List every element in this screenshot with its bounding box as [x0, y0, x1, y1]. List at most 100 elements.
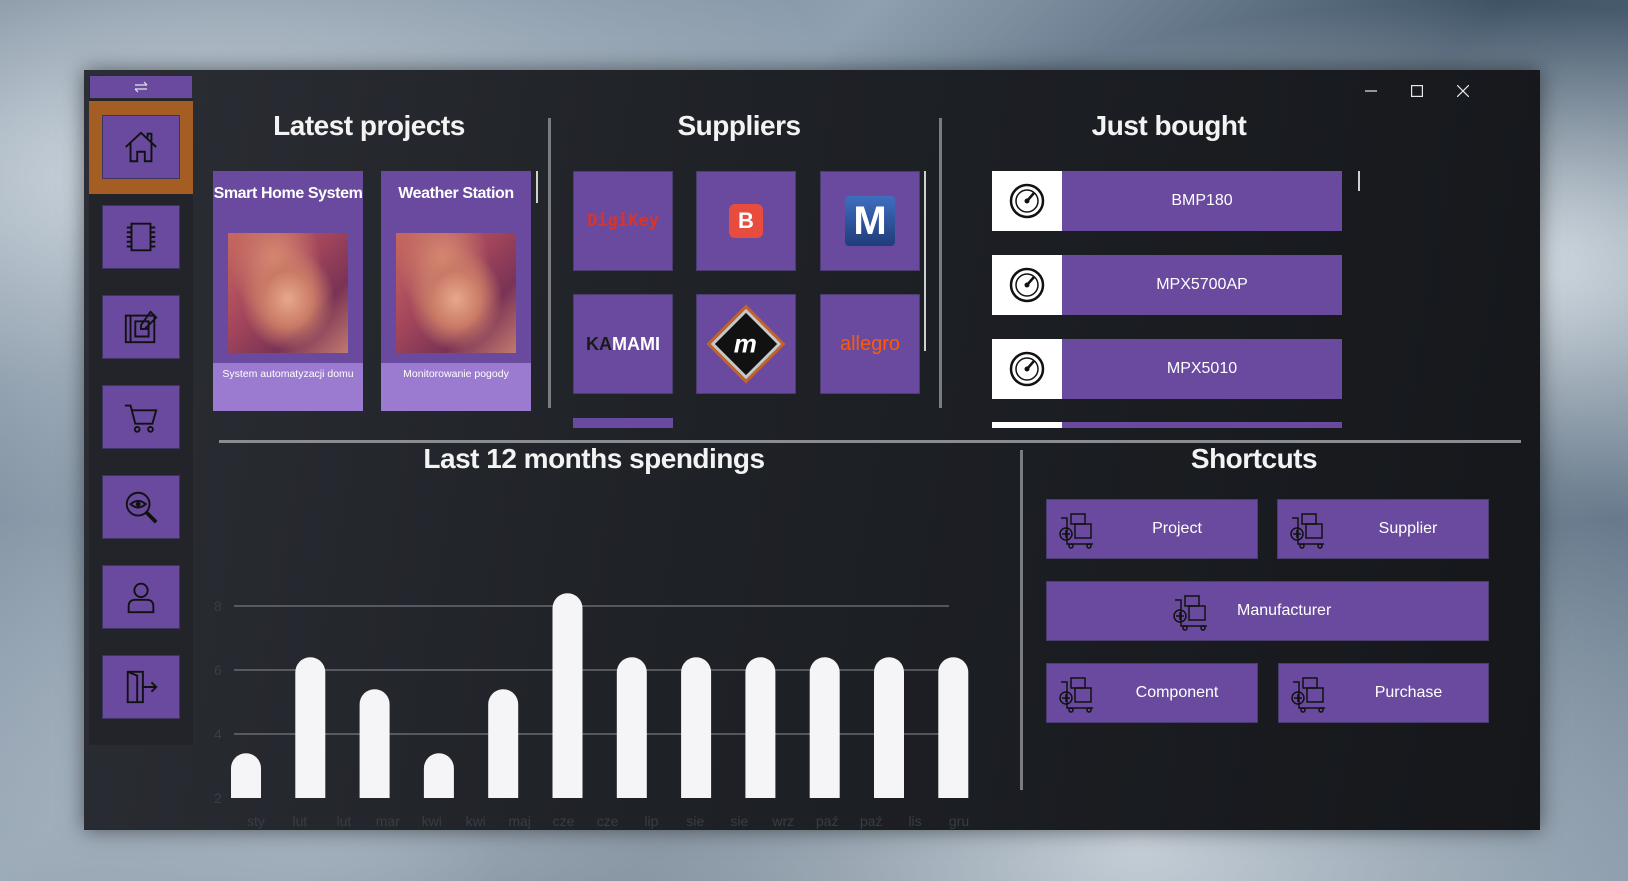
chart-bar — [745, 657, 776, 798]
chart-grid — [234, 605, 949, 735]
x-tick-label: maj — [508, 813, 531, 829]
divider — [548, 118, 551, 408]
gauge-icon — [1009, 351, 1045, 387]
sidebar-item-logout[interactable] — [102, 655, 180, 719]
digikey-logo: DigiKey — [587, 211, 659, 231]
chart-bar — [231, 753, 261, 798]
suppliers-title: Suppliers — [677, 110, 801, 141]
supplier-tile-mouser[interactable]: M — [820, 171, 920, 271]
x-tick-label: wrz — [771, 813, 794, 829]
project-card[interactable]: Weather Station Monitorowanie pogody — [381, 171, 531, 411]
chart-x-labels: sty lut lut mar kwi kwi maj cze cze lip sie sie wrz p… — [247, 813, 969, 829]
x-tick-label: mar — [376, 813, 400, 829]
divider — [1020, 450, 1023, 790]
chip-icon — [126, 222, 156, 252]
shortcut-label: Component — [1135, 684, 1219, 701]
x-tick-label: lip — [644, 813, 658, 829]
shortcut-label: Manufacturer — [1237, 602, 1332, 619]
x-tick-label: gru — [949, 813, 969, 829]
add-package-icon — [1059, 677, 1093, 713]
shortcut-add-purchase-button[interactable]: Purchase — [1278, 663, 1489, 723]
microchip-logo: m — [710, 308, 782, 380]
close-icon — [1457, 85, 1469, 97]
x-tick-label: kwi — [422, 813, 442, 829]
add-package-icon — [1291, 677, 1325, 713]
kamami-logo: KAMAMI — [586, 333, 660, 354]
sidebar-item-account[interactable] — [102, 565, 180, 629]
allegro-logo: allegro — [839, 332, 901, 355]
minimize-button[interactable] — [1348, 76, 1394, 106]
chart-bar — [681, 657, 712, 798]
x-tick-label: cze — [553, 813, 575, 829]
shortcut-label: Supplier — [1378, 520, 1438, 537]
x-tick-label: paź — [860, 813, 883, 829]
user-icon — [127, 582, 155, 614]
sidebar-item-home[interactable] — [102, 115, 180, 179]
close-button[interactable] — [1440, 76, 1486, 106]
sidebar — [89, 75, 193, 745]
add-package-icon — [1173, 595, 1207, 631]
just-bought-item[interactable]: MPX5700AP — [992, 255, 1342, 315]
divider — [939, 118, 942, 408]
add-package-icon — [1059, 513, 1093, 549]
just-bought-item-partial — [992, 422, 1342, 428]
chart-bar — [295, 657, 326, 798]
x-tick-label: lis — [908, 813, 921, 829]
project-description: System automatyzacji domu — [222, 368, 354, 380]
shortcut-add-supplier-button[interactable]: Supplier — [1277, 499, 1489, 559]
chart-bar — [488, 689, 519, 798]
suppliers-scrollbar[interactable] — [924, 171, 926, 351]
supplier-tile-botland[interactable]: B — [696, 171, 796, 271]
just-bought-item[interactable]: BMP180 — [992, 171, 1342, 231]
chart-y-labels: 2 4 6 8 — [214, 598, 222, 806]
eye-search-icon — [125, 491, 158, 524]
x-tick-label: lut — [293, 813, 308, 829]
sidebar-item-components[interactable] — [102, 205, 180, 269]
chart-bar — [874, 657, 904, 798]
spendings-title: Last 12 months spendings — [423, 443, 765, 474]
minimize-icon — [1365, 90, 1377, 92]
just-bought-item[interactable]: MPX5010 — [992, 339, 1342, 399]
project-image — [228, 233, 348, 353]
supplier-tile-allegro[interactable]: allegro — [820, 294, 920, 394]
sidebar-toggle-button[interactable] — [89, 75, 193, 99]
projects-scrollbar[interactable] — [536, 171, 538, 203]
project-card[interactable]: Smart Home System System automatyzacji d… — [213, 171, 363, 411]
project-image — [396, 233, 516, 353]
cart-icon — [124, 404, 158, 433]
x-tick-label: sie — [686, 813, 704, 829]
chart-bar — [809, 657, 840, 798]
supplier-tile-kamami[interactable]: KAMAMI — [573, 294, 673, 394]
sidebar-item-browse[interactable] — [102, 475, 180, 539]
project-description: Monitorowanie pogody — [403, 368, 509, 380]
x-tick-label: lut — [336, 813, 351, 829]
supplier-tile-digikey[interactable]: DigiKey — [573, 171, 673, 271]
swap-arrows-icon — [134, 81, 148, 93]
component-name: BMP180 — [1171, 192, 1233, 209]
just-bought-scrollbar[interactable] — [1358, 171, 1360, 191]
maximize-button[interactable] — [1394, 76, 1440, 106]
shortcut-add-component-button[interactable]: Component — [1046, 663, 1258, 723]
just-bought-title: Just bought — [1091, 110, 1247, 141]
app-window: Latest projects Smart Home System System… — [84, 70, 1540, 830]
chart-bar — [423, 753, 454, 798]
sidebar-item-projects[interactable] — [102, 295, 180, 359]
shortcut-add-project-button[interactable]: Project — [1046, 499, 1258, 559]
shortcuts-title: Shortcuts — [1190, 443, 1318, 474]
shortcut-add-manufacturer-button[interactable]: Manufacturer — [1046, 581, 1489, 641]
botland-logo: B — [729, 204, 763, 238]
shortcut-label: Project — [1152, 520, 1202, 537]
supplier-tile-microchip[interactable]: m — [696, 294, 796, 394]
logout-icon — [126, 670, 158, 704]
shortcut-label: Purchase — [1374, 684, 1443, 701]
mouser-logo: M — [845, 196, 895, 246]
project-name: Weather Station — [398, 185, 514, 202]
maximize-icon — [1411, 85, 1423, 97]
gauge-icon — [1009, 267, 1045, 303]
x-tick-label: sie — [730, 813, 748, 829]
chart-bar — [359, 689, 390, 798]
chart-bars — [231, 593, 969, 798]
x-tick-label: kwi — [466, 813, 486, 829]
sidebar-item-purchases[interactable] — [102, 385, 180, 449]
chart-bar — [616, 657, 647, 798]
